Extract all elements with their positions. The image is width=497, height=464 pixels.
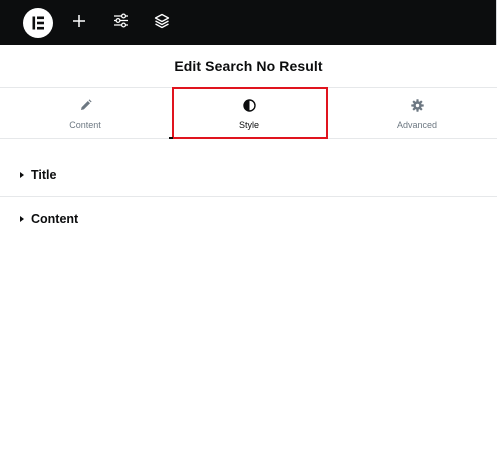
tab-advanced-label: Advanced (396, 119, 438, 130)
panel-title: Edit Search No Result (174, 58, 323, 74)
add-element-button[interactable] (64, 8, 94, 38)
section-content-label: Content (31, 212, 79, 226)
tab-content-label: Content (69, 119, 101, 130)
plus-icon (72, 14, 86, 33)
sliders-icon (113, 13, 129, 33)
active-tab-indicator (169, 137, 173, 139)
half-circle-contrast-icon (242, 98, 256, 114)
caret-right-icon (20, 216, 24, 222)
tab-style[interactable]: Style (169, 88, 329, 139)
panel-header: Edit Search No Result (0, 45, 497, 88)
gear-icon (410, 98, 424, 114)
tab-advanced[interactable]: Advanced (337, 88, 497, 139)
structure-button[interactable] (147, 8, 177, 38)
layers-icon (154, 13, 170, 34)
caret-right-icon (20, 171, 24, 178)
section-title-label: Title (31, 167, 57, 182)
section-title-toggle[interactable]: Title (0, 153, 497, 197)
panel-tabs: Content Style Advanced (0, 88, 497, 139)
elementor-logo-icon[interactable] (23, 8, 53, 38)
section-content-toggle[interactable]: Content (0, 197, 497, 241)
editor-topbar (0, 0, 497, 45)
site-settings-button[interactable] (106, 8, 136, 38)
pencil-icon (79, 98, 92, 114)
tab-style-label: Style (238, 119, 259, 130)
tab-content[interactable]: Content (5, 88, 165, 139)
